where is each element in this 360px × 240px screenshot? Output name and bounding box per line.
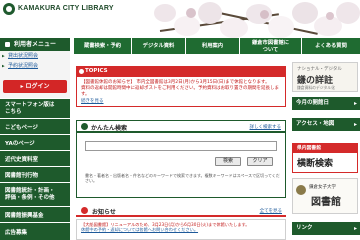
global-navigation: 蔵書検索・予約 デジタル資料 利用案内 鎌倉市図書館に ついて よくある質問 <box>74 38 360 54</box>
banner-title: 図書館 <box>311 197 341 208</box>
nav-label: 蔵書検索・予約 <box>83 43 122 49</box>
sidebar-item-reservation-status[interactable]: 予約状況照会 <box>0 61 70 71</box>
sidebar-item-loan-status[interactable]: 貸出状況照会 <box>0 51 70 61</box>
search-input[interactable] <box>85 141 277 151</box>
advanced-search-link[interactable]: 詳しく検索する <box>250 124 282 130</box>
nav-label: デジタル資料 <box>142 43 175 49</box>
topics-text: 資料の返却は開館時間中に返却ポストをご利用ください。予約資料はお取り置きの期間を… <box>81 86 279 97</box>
quick-search-header: かんたん検索 詳しく検索する <box>77 121 285 133</box>
nav-label: 鎌倉市図書館に ついて <box>251 39 290 53</box>
banner-caption: ナショナル・デジタル <box>297 67 342 72</box>
site-logo[interactable]: KAMAKURA CITY LIBRARY <box>18 5 114 12</box>
quick-search-title: かんたん検索 <box>91 125 128 132</box>
clear-button[interactable]: クリア <box>247 157 273 166</box>
sidebar-item-label: スマートフォン版は こちら <box>5 101 55 115</box>
sidebar-item-label: 広告募集 <box>5 229 28 236</box>
sidebar-item-label: 図書館振興基金 <box>5 212 44 219</box>
sidebar-item-modern-history[interactable]: 近代史資料室 <box>0 150 70 166</box>
links-heading[interactable]: リンク <box>292 222 360 235</box>
search-help-text: 書名・著者名・出版者名・件名などのキーワードで検索できます。複数キーワードはスペ… <box>85 173 280 183</box>
nav-usage-guide[interactable]: 利用案内 <box>186 38 240 54</box>
sidebar-item-ya[interactable]: YAのページ <box>0 134 70 150</box>
nav-digital-materials[interactable]: デジタル資料 <box>132 38 186 54</box>
banner-caption: 県内図書館 <box>293 144 357 153</box>
sidebar-item-label: 近代史資料室 <box>5 156 39 163</box>
news-title: お知らせ <box>92 209 116 216</box>
calendar-link[interactable]: 今月の開館日 <box>292 97 360 110</box>
nav-faq[interactable]: よくある質問 <box>302 38 360 54</box>
sidebar-item-publications[interactable]: 図書館刊行物 <box>0 166 70 182</box>
university-library-banner[interactable]: 鎌倉女子大学 図書館 <box>292 178 358 214</box>
nav-label: 利用案内 <box>201 43 224 49</box>
sidebar: 利用者メニュー 貸出状況照会 予約状況照会 ▸ ログイン スマートフォン版は こ… <box>0 38 70 240</box>
sidebar-item-smartphone[interactable]: スマートフォン版は こちら <box>0 98 70 118</box>
sidebar-item-kids[interactable]: こどもページ <box>0 118 70 134</box>
nav-about-library[interactable]: 鎌倉市図書館に ついて <box>240 38 302 54</box>
banner-caption: 鎌倉女子大学 <box>309 185 336 190</box>
topics-more-link[interactable]: 続きを見る <box>81 99 281 105</box>
site-header: KAMAKURA CITY LIBRARY <box>0 0 360 38</box>
nav-label: よくある質問 <box>315 43 347 49</box>
user-menu-heading: 利用者メニュー <box>0 38 70 51</box>
news-all-link[interactable]: 全てを見る <box>260 208 282 214</box>
university-emblem-icon <box>296 185 306 195</box>
sidebar-item-label: YAのページ <box>5 140 35 147</box>
info-icon <box>81 207 88 214</box>
news-header: お知らせ 全てを見る <box>76 204 286 217</box>
login-label: ログイン <box>25 83 50 90</box>
cherry-blossom-banner <box>150 0 360 38</box>
news-list: 【大船図書館】リニューアルのため、3月23日(月)から6月30日(火)まで休館い… <box>76 219 286 240</box>
quick-search-panel: かんたん検索 詳しく検索する 検索 クリア 書名・著者名・出版者名・件名などのキ… <box>76 120 286 198</box>
topics-heading: TOPICS <box>76 66 286 77</box>
search-button[interactable]: 検索 <box>215 157 241 166</box>
banner-subtitle: 鎌倉資料のデジタル化 <box>297 85 335 90</box>
news-item[interactable]: 休館中の予約・返却については各館へお問い合わせください。 <box>81 227 281 232</box>
sidebar-item-label: 図書館刊行物 <box>5 172 39 179</box>
banner-title: 横断検索 <box>297 159 334 169</box>
sidebar-item-ads[interactable]: 広告募集 <box>0 222 70 240</box>
search-icon <box>81 123 88 130</box>
digital-archive-banner[interactable]: ナショナル・デジタル 鎌の詳註 鎌倉資料のデジタル化 <box>292 62 358 92</box>
topics-panel: 【図書館休館のお知らせ】 市内全図書館は3月2日(月)から3月15日(日)まで休… <box>76 77 286 107</box>
login-button[interactable]: ▸ ログイン <box>3 80 67 93</box>
sidebar-item-label: 図書館統計・計画・ 評価・条例・その他 <box>5 187 55 201</box>
access-map-link[interactable]: アクセス・地図 <box>292 118 360 131</box>
library-emblem-icon <box>3 3 15 15</box>
sidebar-item-statistics[interactable]: 図書館統計・計画・ 評価・条例・その他 <box>0 182 70 206</box>
cross-search-banner[interactable]: 県内図書館 横断検索 <box>292 143 358 173</box>
nav-catalog-search[interactable]: 蔵書検索・予約 <box>74 38 132 54</box>
sidebar-item-fund[interactable]: 図書館振興基金 <box>0 206 70 222</box>
sidebar-item-label: こどもページ <box>5 124 38 131</box>
